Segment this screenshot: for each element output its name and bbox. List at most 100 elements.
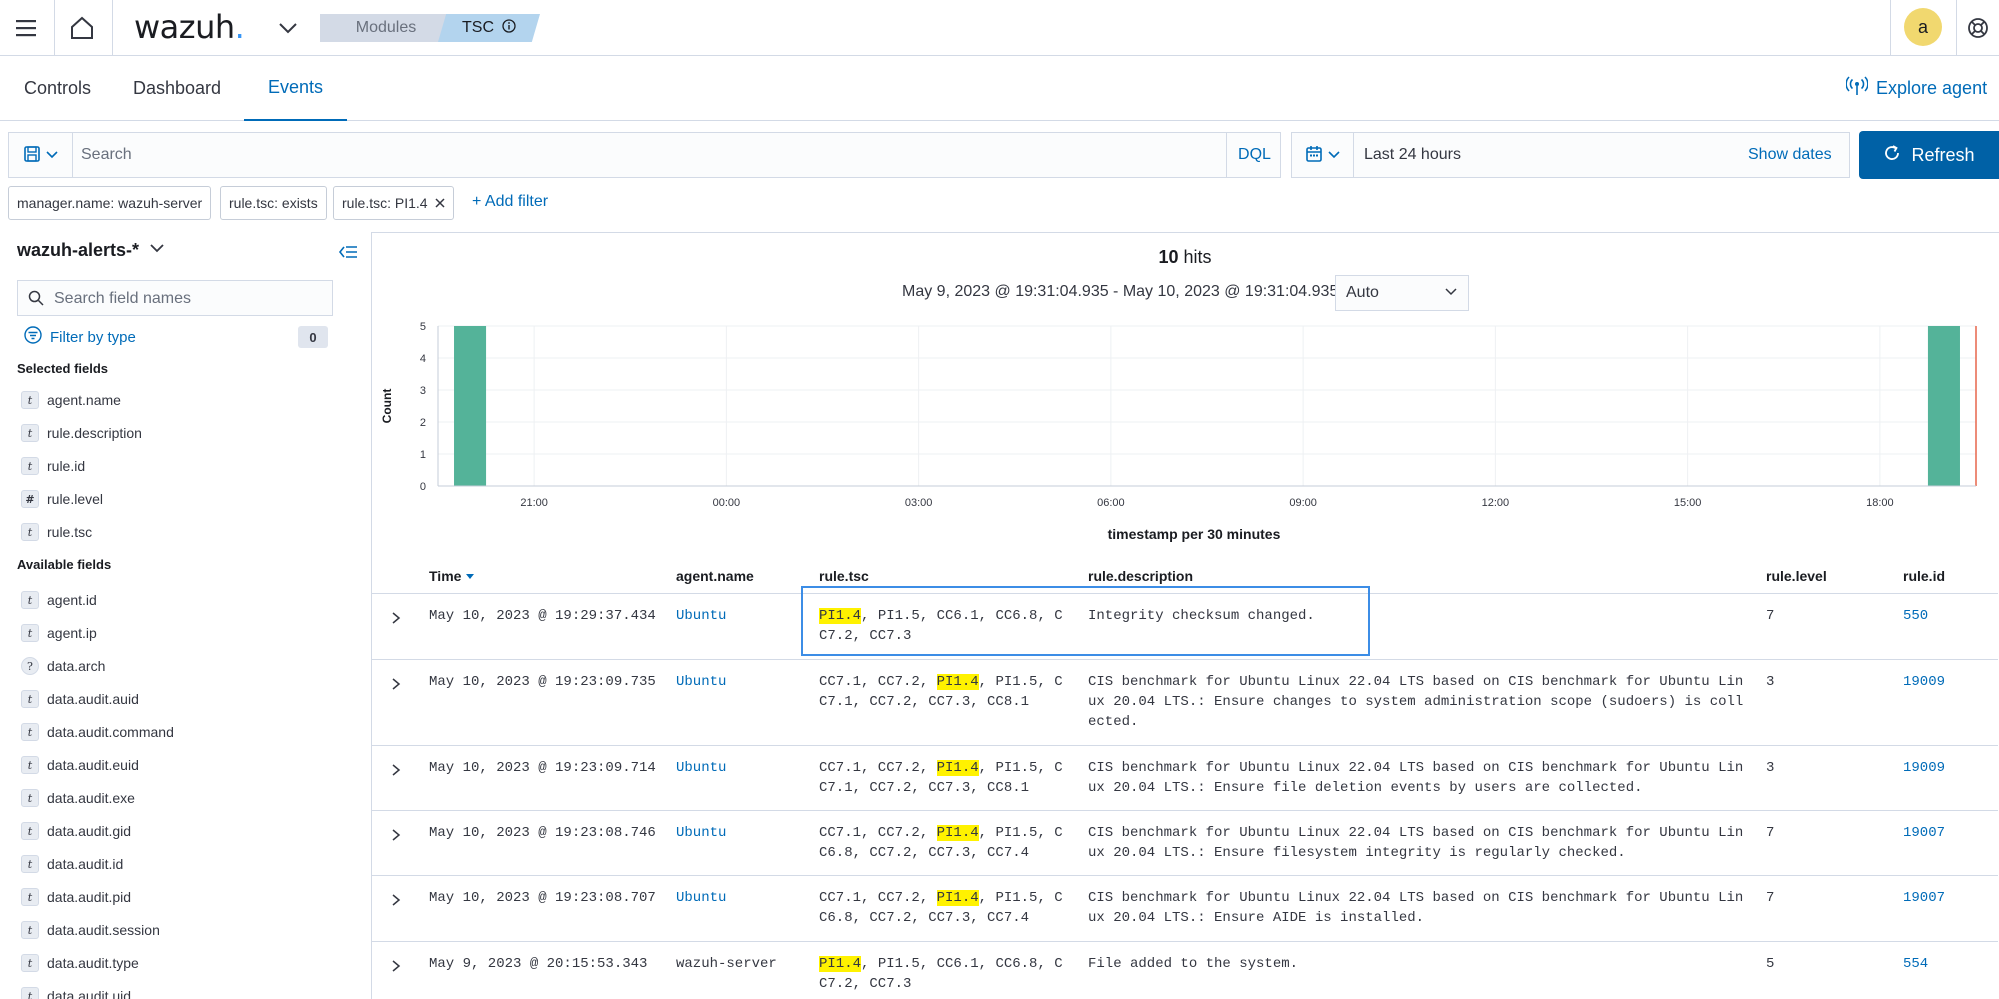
column-header-rule-id[interactable]: rule.id bbox=[1903, 568, 1945, 584]
show-dates-link[interactable]: Show dates bbox=[1748, 146, 1832, 164]
chart-bars bbox=[454, 326, 1977, 486]
cell-agent-name[interactable]: Ubuntu bbox=[676, 888, 726, 908]
tab-label: Dashboard bbox=[133, 78, 222, 98]
x-tick-label: 18:00 bbox=[1866, 497, 1894, 509]
chevron-right-icon[interactable] bbox=[386, 825, 406, 845]
help-icon[interactable] bbox=[1962, 12, 1994, 44]
field-item[interactable]: t data.audit.command bbox=[21, 721, 174, 743]
tab-controls[interactable]: Controls bbox=[0, 56, 115, 121]
cell-agent-name[interactable]: Ubuntu bbox=[676, 758, 726, 778]
table-row[interactable]: May 10, 2023 @ 19:29:37.434 Ubuntu PI1.4, … bbox=[372, 594, 1998, 660]
avatar-letter: a bbox=[1917, 16, 1928, 37]
tab-dashboard[interactable]: Dashboard bbox=[109, 56, 245, 121]
field-item[interactable]: t rule.tsc bbox=[21, 521, 92, 543]
explore-agent-button[interactable]: Explore agent bbox=[1845, 76, 1987, 101]
chevron-right-icon[interactable] bbox=[386, 890, 406, 910]
filter-by-type-button[interactable]: Filter by type bbox=[24, 326, 136, 348]
selected-fields-title: Selected fields bbox=[17, 361, 109, 376]
time-range-value[interactable]: Last 24 hours bbox=[1364, 146, 1461, 164]
cell-rule-id[interactable]: 19007 bbox=[1903, 888, 1945, 908]
y-tick-label: 4 bbox=[420, 353, 426, 365]
field-item[interactable]: t data.audit.auid bbox=[21, 688, 139, 710]
add-filter-button[interactable]: + Add filter bbox=[472, 193, 548, 211]
field-item[interactable]: t agent.ip bbox=[21, 622, 97, 644]
field-name: data.audit.session bbox=[47, 922, 160, 938]
column-header-rule-tsc[interactable]: rule.tsc bbox=[819, 568, 869, 584]
saved-queries-button[interactable] bbox=[9, 133, 73, 177]
chevron-down-icon[interactable] bbox=[276, 16, 300, 40]
breadcrumb-modules[interactable]: Modules bbox=[320, 14, 452, 42]
breadcrumb-tsc[interactable]: TSC bbox=[438, 14, 540, 42]
field-item[interactable]: t data.audit.pid bbox=[21, 886, 131, 908]
cell-agent-name[interactable]: Ubuntu bbox=[676, 606, 726, 626]
tab-events[interactable]: Events bbox=[244, 56, 348, 121]
field-item[interactable]: t rule.description bbox=[21, 422, 142, 444]
cell-rule-id[interactable]: 19007 bbox=[1903, 823, 1945, 843]
string-type-icon: t bbox=[21, 987, 39, 999]
cell-rule-id[interactable]: 19009 bbox=[1903, 758, 1945, 778]
cell-agent-name[interactable]: Ubuntu bbox=[676, 823, 726, 843]
index-pattern-selector[interactable]: wazuh-alerts-* bbox=[17, 240, 165, 261]
x-tick-label: 15:00 bbox=[1674, 497, 1702, 509]
y-tick-label: 0 bbox=[420, 481, 426, 493]
cell-rule-level: 7 bbox=[1766, 608, 1775, 624]
cell-rule-id[interactable]: 554 bbox=[1903, 954, 1928, 974]
chevron-right-icon[interactable] bbox=[386, 608, 406, 628]
chart-grid bbox=[438, 325, 1976, 487]
field-item[interactable]: ? data.arch bbox=[21, 655, 105, 677]
field-name: agent.ip bbox=[47, 625, 97, 641]
top-header: wazuh. Modules TSC a bbox=[0, 0, 1999, 56]
interval-select[interactable]: Auto bbox=[1335, 275, 1469, 311]
number-type-icon: # bbox=[21, 490, 39, 508]
close-icon[interactable] bbox=[435, 198, 445, 208]
filter-pill[interactable]: rule.tsc: exists bbox=[220, 186, 327, 220]
column-header-rule-description[interactable]: rule.description bbox=[1088, 568, 1193, 584]
column-header-rule-level[interactable]: rule.level bbox=[1766, 568, 1827, 584]
sort-desc-icon[interactable] bbox=[465, 568, 475, 584]
filter-pill[interactable]: rule.tsc: PI1.4 bbox=[333, 186, 454, 220]
cell-rule-description: CIS benchmark for Ubuntu Linux 22.04 LTS… bbox=[1088, 760, 1744, 796]
table-row[interactable]: May 10, 2023 @ 19:23:08.746 Ubuntu CC7.1, … bbox=[372, 811, 1998, 876]
table-row[interactable]: May 9, 2023 @ 20:15:53.343 wazuh-server PI… bbox=[372, 942, 1998, 999]
field-item[interactable]: t rule.id bbox=[21, 455, 85, 477]
field-item[interactable]: t agent.name bbox=[21, 389, 121, 411]
cell-rule-description: Integrity checksum changed. bbox=[1088, 608, 1315, 624]
cell-rule-id[interactable]: 19009 bbox=[1903, 672, 1945, 692]
filter-pill[interactable]: manager.name: wazuh-server bbox=[8, 186, 212, 220]
quick-select-button[interactable] bbox=[1292, 133, 1354, 177]
cell-rule-id[interactable]: 550 bbox=[1903, 606, 1928, 626]
chevron-right-icon[interactable] bbox=[386, 760, 406, 780]
chevron-down-icon bbox=[1327, 147, 1341, 164]
table-row[interactable]: May 10, 2023 @ 19:23:09.735 Ubuntu CC7.1, … bbox=[372, 660, 1998, 746]
column-label: Time bbox=[429, 568, 462, 584]
refresh-button[interactable]: Refresh bbox=[1859, 131, 1999, 179]
collapse-sidebar-icon[interactable] bbox=[336, 240, 360, 264]
info-icon[interactable] bbox=[502, 18, 516, 38]
field-search-input[interactable] bbox=[54, 288, 324, 310]
field-item[interactable]: t data.audit.session bbox=[21, 919, 160, 941]
avatar[interactable]: a bbox=[1904, 8, 1942, 46]
index-pattern-label: wazuh-alerts-* bbox=[17, 240, 140, 260]
column-header-time[interactable]: Time bbox=[429, 568, 475, 584]
hits-label: hits bbox=[1183, 247, 1212, 267]
cell-agent-name[interactable]: Ubuntu bbox=[676, 672, 726, 692]
field-item[interactable]: # rule.level bbox=[21, 488, 103, 510]
field-item[interactable]: t data.audit.type bbox=[21, 952, 139, 974]
table-row[interactable]: May 10, 2023 @ 19:23:09.714 Ubuntu CC7.1, … bbox=[372, 746, 1998, 811]
table-row[interactable]: May 10, 2023 @ 19:23:08.707 Ubuntu CC7.1, … bbox=[372, 876, 1998, 942]
home-icon[interactable] bbox=[64, 10, 100, 46]
field-item[interactable]: t data.audit.exe bbox=[21, 787, 135, 809]
column-header-agent-name[interactable]: agent.name bbox=[676, 568, 754, 584]
field-item[interactable]: t data.audit.uid bbox=[21, 985, 131, 999]
field-item[interactable]: t data.audit.euid bbox=[21, 754, 139, 776]
query-language-button[interactable]: DQL bbox=[1226, 133, 1282, 177]
field-item[interactable]: t data.audit.gid bbox=[21, 820, 131, 842]
field-item[interactable]: t agent.id bbox=[21, 589, 97, 611]
dql-label: DQL bbox=[1238, 146, 1271, 163]
wazuh-logo[interactable]: wazuh. bbox=[134, 8, 245, 46]
chevron-right-icon[interactable] bbox=[386, 674, 406, 694]
menu-icon[interactable] bbox=[10, 12, 42, 44]
chevron-right-icon[interactable] bbox=[386, 956, 406, 976]
search-input[interactable] bbox=[81, 141, 1221, 169]
field-item[interactable]: t data.audit.id bbox=[21, 853, 123, 875]
